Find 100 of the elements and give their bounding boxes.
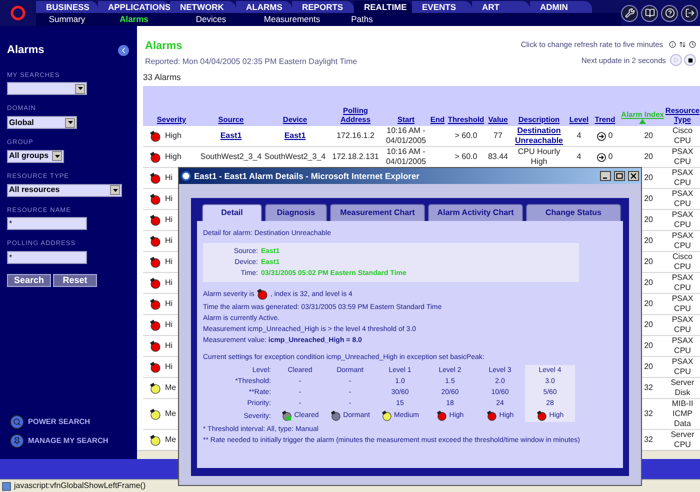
table-cell: 10:16 AM - 04/01/2005 — [386, 126, 426, 145]
sub-tab[interactable]: Alarms — [98, 13, 170, 26]
table-cell: PSAX CPU — [672, 315, 694, 334]
device-link[interactable]: East1 — [284, 131, 306, 140]
form-button[interactable]: Reset — [53, 274, 97, 287]
input-field[interactable]: * — [7, 251, 87, 264]
help-button[interactable] — [661, 4, 678, 22]
info-icon[interactable] — [669, 41, 676, 48]
dialog-tab[interactable]: Diagnosis — [265, 204, 327, 221]
description-link[interactable]: Destination Unreachable — [510, 126, 568, 146]
table-cell: PSAX CPU — [672, 168, 694, 188]
table-cell: 20 — [644, 320, 653, 330]
alarm-count: 33 Alarms — [143, 71, 182, 84]
dialog-tab[interactable]: Change Status — [526, 204, 621, 221]
table-cell: PSAX CPU — [672, 357, 694, 376]
dropdown[interactable]: All resources — [7, 184, 122, 196]
sub-tab[interactable]: Measurements — [252, 13, 332, 26]
severity-text: High — [165, 152, 182, 162]
caret-icon — [112, 188, 118, 192]
table-cell: 4 — [576, 131, 582, 140]
book-button[interactable] — [641, 4, 658, 22]
table-cell: PSAX CPU — [672, 273, 694, 292]
dropdown-arrow-button[interactable] — [52, 151, 62, 162]
logo-ring-icon — [10, 5, 26, 21]
table-cell: 20 — [644, 236, 653, 246]
table-cell: 20 — [644, 131, 653, 140]
sub-tab[interactable]: Paths — [332, 13, 392, 26]
dropdown[interactable] — [7, 82, 87, 96]
severity-text: Hi — [165, 173, 173, 184]
dropdown-arrow-button[interactable] — [110, 185, 120, 195]
table-cell: PSAX CPU — [672, 231, 694, 250]
nav-tab[interactable]: BUSINESS — [36, 1, 98, 13]
dropdown-arrow-button[interactable] — [65, 118, 75, 128]
table-cell: Server Disk — [670, 378, 694, 398]
close-button[interactable] — [628, 171, 639, 181]
table-cell: PSAX CPU — [672, 189, 694, 208]
dropdown[interactable]: Global — [7, 116, 77, 129]
collapse-button[interactable] — [118, 44, 129, 56]
dialog-tab[interactable]: Measurement Chart — [330, 204, 425, 221]
form-button[interactable]: Search — [7, 274, 51, 287]
clock-icon[interactable] — [689, 41, 696, 48]
source-link[interactable]: East1 — [220, 131, 242, 140]
sub-tab[interactable]: Summary — [36, 13, 98, 26]
severity-text: Hi — [165, 236, 173, 246]
table-cell: PSAX CPU — [672, 210, 694, 230]
table-cell: 77 — [494, 131, 502, 140]
maximize-button[interactable] — [614, 171, 625, 181]
table-cell: SouthWest2_3_4 — [200, 152, 262, 162]
nav-tab[interactable]: EVENTS — [412, 1, 472, 13]
table-cell: 20 — [644, 278, 653, 288]
stop-icon — [688, 58, 692, 63]
sidebar-title: Alarms — [7, 43, 44, 58]
dialog-tab[interactable]: Alarm Activity Chart — [428, 204, 523, 221]
nav-tab[interactable]: REALTIME — [354, 1, 412, 13]
stop-button[interactable] — [684, 54, 696, 66]
table-cell: 20 — [644, 299, 653, 308]
chevron-left-icon — [119, 46, 128, 55]
table-cell: SouthWest2_3_4 — [264, 152, 326, 162]
table-cell: > 60.0 — [454, 131, 478, 140]
dropdown-arrow-button[interactable] — [75, 84, 85, 94]
input-field[interactable]: * — [7, 217, 87, 230]
table-cell: 0 — [608, 152, 613, 162]
table-cell: PSAX CPU — [672, 147, 694, 166]
nav-tab[interactable]: NETWORK — [170, 1, 236, 13]
dropdown[interactable]: All groups — [7, 150, 64, 163]
dialog-tab[interactable]: Detail — [202, 204, 262, 221]
table-cell: 32 — [644, 435, 653, 444]
table-cell: 20 — [644, 215, 653, 224]
page-icon — [2, 482, 11, 490]
severity-text: Me — [165, 435, 176, 446]
nav-tab[interactable]: ALARMS — [236, 1, 292, 13]
table-cell: Cisco CPU — [672, 126, 692, 145]
pushpin-icon — [10, 434, 24, 448]
table-cell: CPU Hourly High — [518, 147, 560, 166]
severity-text: Hi — [165, 320, 173, 330]
table-cell: 10:16 AM - 04/01/2005 — [386, 147, 426, 166]
table-cell: 20 — [644, 194, 653, 204]
nav-tab[interactable]: ART — [472, 1, 530, 13]
severity-text: Hi — [165, 215, 173, 226]
right-arrow-icon — [597, 132, 606, 140]
help-icon — [664, 8, 674, 18]
status-text: javascript:vfnGlobalShowLeftFrame() — [14, 480, 146, 492]
play-icon — [673, 57, 679, 64]
reported-time: Reported: Mon 04/04/2005 02:35 PM Eastern Daylight Time — [145, 56, 358, 68]
severity-text: Hi — [165, 194, 173, 204]
sub-tab[interactable]: Devices — [170, 13, 252, 26]
table-cell: 83.44 — [488, 152, 508, 162]
minimize-button[interactable] — [600, 171, 611, 181]
nav-tab[interactable]: APPLICATIONS — [98, 1, 170, 13]
severity-text: Hi — [165, 341, 173, 352]
tools-button[interactable] — [621, 4, 638, 22]
dialog-title: East1 - East1 Alarm Details - Microsoft Internet Explorer — [194, 170, 420, 182]
browser-icon — [181, 171, 191, 181]
wrench-icon — [624, 8, 634, 18]
severity-text: Me — [165, 383, 176, 394]
logout-button[interactable] — [681, 4, 698, 22]
table-cell: 20 — [644, 173, 653, 182]
nav-tab[interactable]: REPORTS — [292, 1, 354, 13]
up-down-arrows-icon[interactable] — [679, 41, 686, 48]
nav-tab[interactable]: ADMIN — [530, 1, 592, 13]
